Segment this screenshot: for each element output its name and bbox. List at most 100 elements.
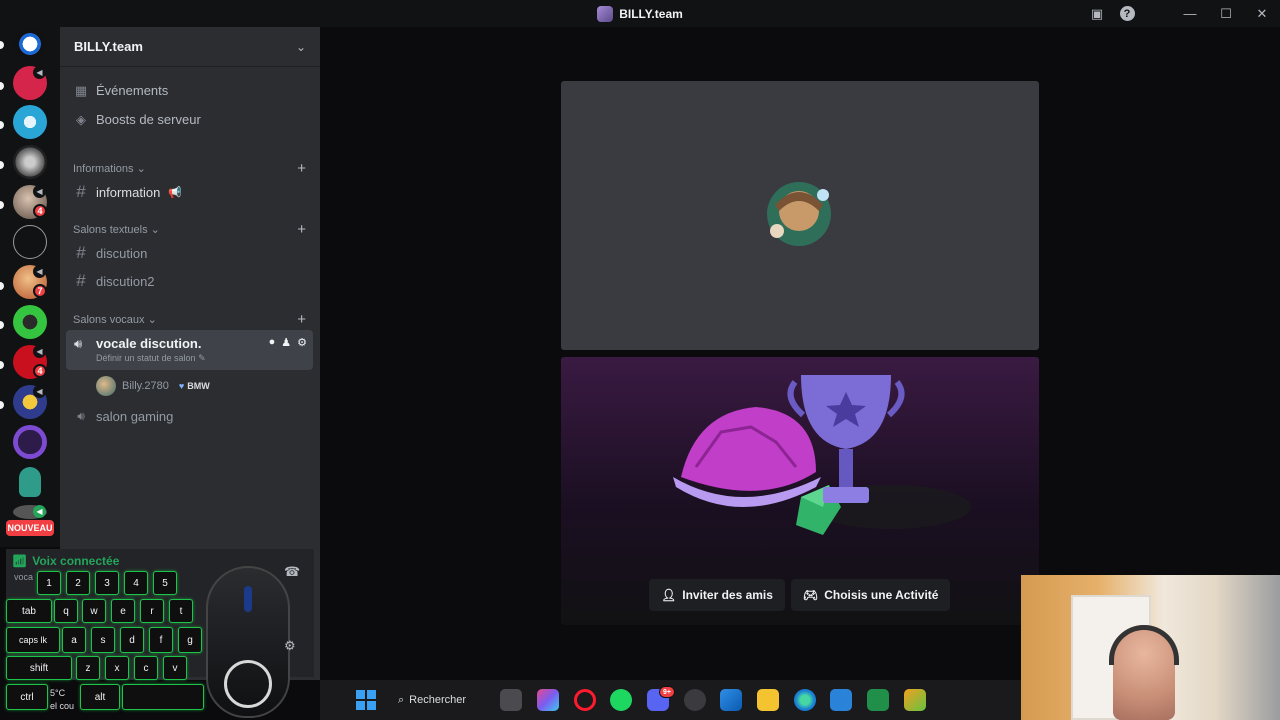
key: g [178, 627, 202, 653]
taskbar-search[interactable]: ⌕ Rechercher [398, 688, 466, 712]
user-avatar[interactable] [763, 181, 835, 247]
unread-pill [0, 282, 4, 290]
category-salons-vocaux[interactable]: Salons vocaux ⌄ + [73, 311, 306, 328]
speaker-icon: ◀ [33, 66, 46, 79]
calendar-icon: ▦ [74, 82, 88, 98]
server-mdr[interactable] [13, 425, 47, 459]
voice-connected-status[interactable]: 📶︎ Voix connectée [12, 554, 119, 568]
minimize-icon[interactable]: — [1172, 0, 1208, 27]
key: 1 [37, 571, 61, 595]
key: t [169, 599, 193, 623]
choose-activity-button[interactable]: 🎮︎ Choisis une Activité [791, 579, 951, 611]
voice-channel-active[interactable]: 🔊︎ vocale discution. Définir un statut d… [66, 330, 313, 370]
hash-icon: # [76, 182, 86, 201]
invite-friends-button[interactable]: 👤︎ Inviter des amis [649, 579, 785, 611]
invite-person-icon: 👤︎ [661, 588, 677, 602]
voice-member[interactable]: Billy.2780 ♥ BMW [96, 376, 210, 396]
server-bmw[interactable] [13, 27, 47, 61]
boosts-label: Boosts de serveur [96, 112, 201, 127]
server-swirl[interactable] [13, 105, 47, 139]
avatar [96, 376, 116, 396]
add-channel-icon[interactable]: + [297, 311, 306, 328]
server-name: BILLY.team [74, 39, 143, 54]
new-badge[interactable]: NOUVEAU [6, 520, 54, 536]
key: tab [6, 599, 52, 623]
help-icon[interactable]: ? [1112, 0, 1142, 27]
channel-discution[interactable]: # discution [74, 243, 147, 263]
app-root: BILLY.team ▣ ? — ☐ ✕ ◀ ◀ 4 ◀ 7 ◀ 4 ◀ ◀ N… [0, 0, 1280, 720]
key: shift [6, 656, 72, 680]
add-channel-icon[interactable]: + [297, 160, 306, 177]
server-creature[interactable] [13, 465, 47, 499]
category-label: Informations [73, 163, 134, 175]
channel-salon-gaming[interactable]: 🔊︎ salon gaming [74, 409, 173, 424]
chevron-down-icon: ⌄ [147, 314, 157, 326]
store-icon[interactable] [720, 689, 742, 711]
voice-channel-status[interactable]: Définir un statut de salon ✎ [96, 353, 206, 364]
chat-bubble-icon[interactable]: ● [269, 336, 276, 349]
taskbar-search-label: Rechercher [409, 694, 467, 706]
unread-pill [0, 201, 4, 209]
windows-start-icon[interactable] [356, 690, 376, 710]
events-item[interactable]: ▦ Événements [74, 82, 168, 99]
unread-pill [0, 41, 4, 49]
nvidia-icon[interactable] [867, 689, 889, 711]
gear-icon[interactable]: ⚙ [297, 336, 307, 349]
key: q [54, 599, 78, 623]
app-icon[interactable] [830, 689, 852, 711]
invite-friends-label: Inviter des amis [682, 588, 773, 602]
category-informations[interactable]: Informations ⌄ + [73, 160, 306, 177]
key: 2 [66, 571, 90, 595]
hash-icon: # [76, 243, 86, 262]
channel-label: salon gaming [96, 409, 174, 424]
task-view-icon[interactable] [500, 689, 522, 711]
voice-connected-sub: voca [14, 572, 34, 582]
bluestacks-icon[interactable] [904, 689, 926, 711]
close-icon[interactable]: ✕ [1244, 0, 1280, 27]
disconnect-icon[interactable]: ☎ [284, 564, 300, 580]
folder-icon[interactable] [757, 689, 779, 711]
obs-icon[interactable] [684, 689, 706, 711]
speaker-icon: 🔊︎ [77, 409, 85, 423]
gamepad-icon: 🎮︎ [803, 588, 819, 602]
key: caps lk [6, 627, 60, 653]
category-label: Salons textuels [73, 224, 148, 236]
key: 5 [153, 571, 177, 595]
add-channel-icon[interactable]: + [297, 221, 306, 238]
server-bb[interactable] [13, 225, 47, 259]
edge-icon[interactable] [794, 689, 816, 711]
channel-discution2[interactable]: # discution2 [74, 271, 154, 291]
server-header[interactable]: BILLY.team ⌄ [60, 27, 320, 67]
invite-user-icon[interactable]: ♟ [281, 336, 291, 349]
server-green[interactable] [13, 305, 47, 339]
webcam-overlay [1021, 575, 1280, 720]
window-title: BILLY.team [597, 5, 683, 22]
server-gray[interactable] [13, 145, 47, 179]
channel-information[interactable]: # information 📢 [74, 182, 182, 202]
speaker-icon: ◀ [33, 185, 46, 198]
gear-icon[interactable]: ⚙ [284, 638, 300, 654]
unread-pill [0, 321, 4, 329]
spotify-icon[interactable] [610, 689, 632, 711]
discord-badge: 9+ [659, 686, 675, 698]
hash-icon: # [76, 271, 86, 290]
category-label: Salons vocaux [73, 314, 145, 326]
maximize-icon[interactable]: ☐ [1208, 0, 1244, 27]
boosts-item[interactable]: ◈ Boosts de serveur [74, 112, 201, 128]
server-rail: ◀ ◀ 4 ◀ 7 ◀ 4 ◀ ◀ NOUVEAU [0, 27, 60, 547]
search-icon: ⌕ [398, 693, 405, 706]
weather-sub: el cou [50, 701, 75, 711]
inbox-icon[interactable]: ▣ [1082, 0, 1112, 27]
key: z [76, 656, 100, 680]
copilot-icon[interactable] [537, 689, 559, 711]
unread-pill [0, 401, 4, 409]
speaker-icon: ◀ [33, 345, 46, 358]
signal-icon: 📶︎ [12, 554, 28, 568]
voice-connected-label: Voix connectée [32, 554, 120, 568]
category-salons-textuels[interactable]: Salons textuels ⌄ + [73, 221, 306, 238]
space-key [122, 684, 204, 710]
opera-icon[interactable] [574, 689, 596, 711]
key: f [149, 627, 173, 653]
key: s [91, 627, 115, 653]
mention-badge: 4 [33, 364, 47, 378]
